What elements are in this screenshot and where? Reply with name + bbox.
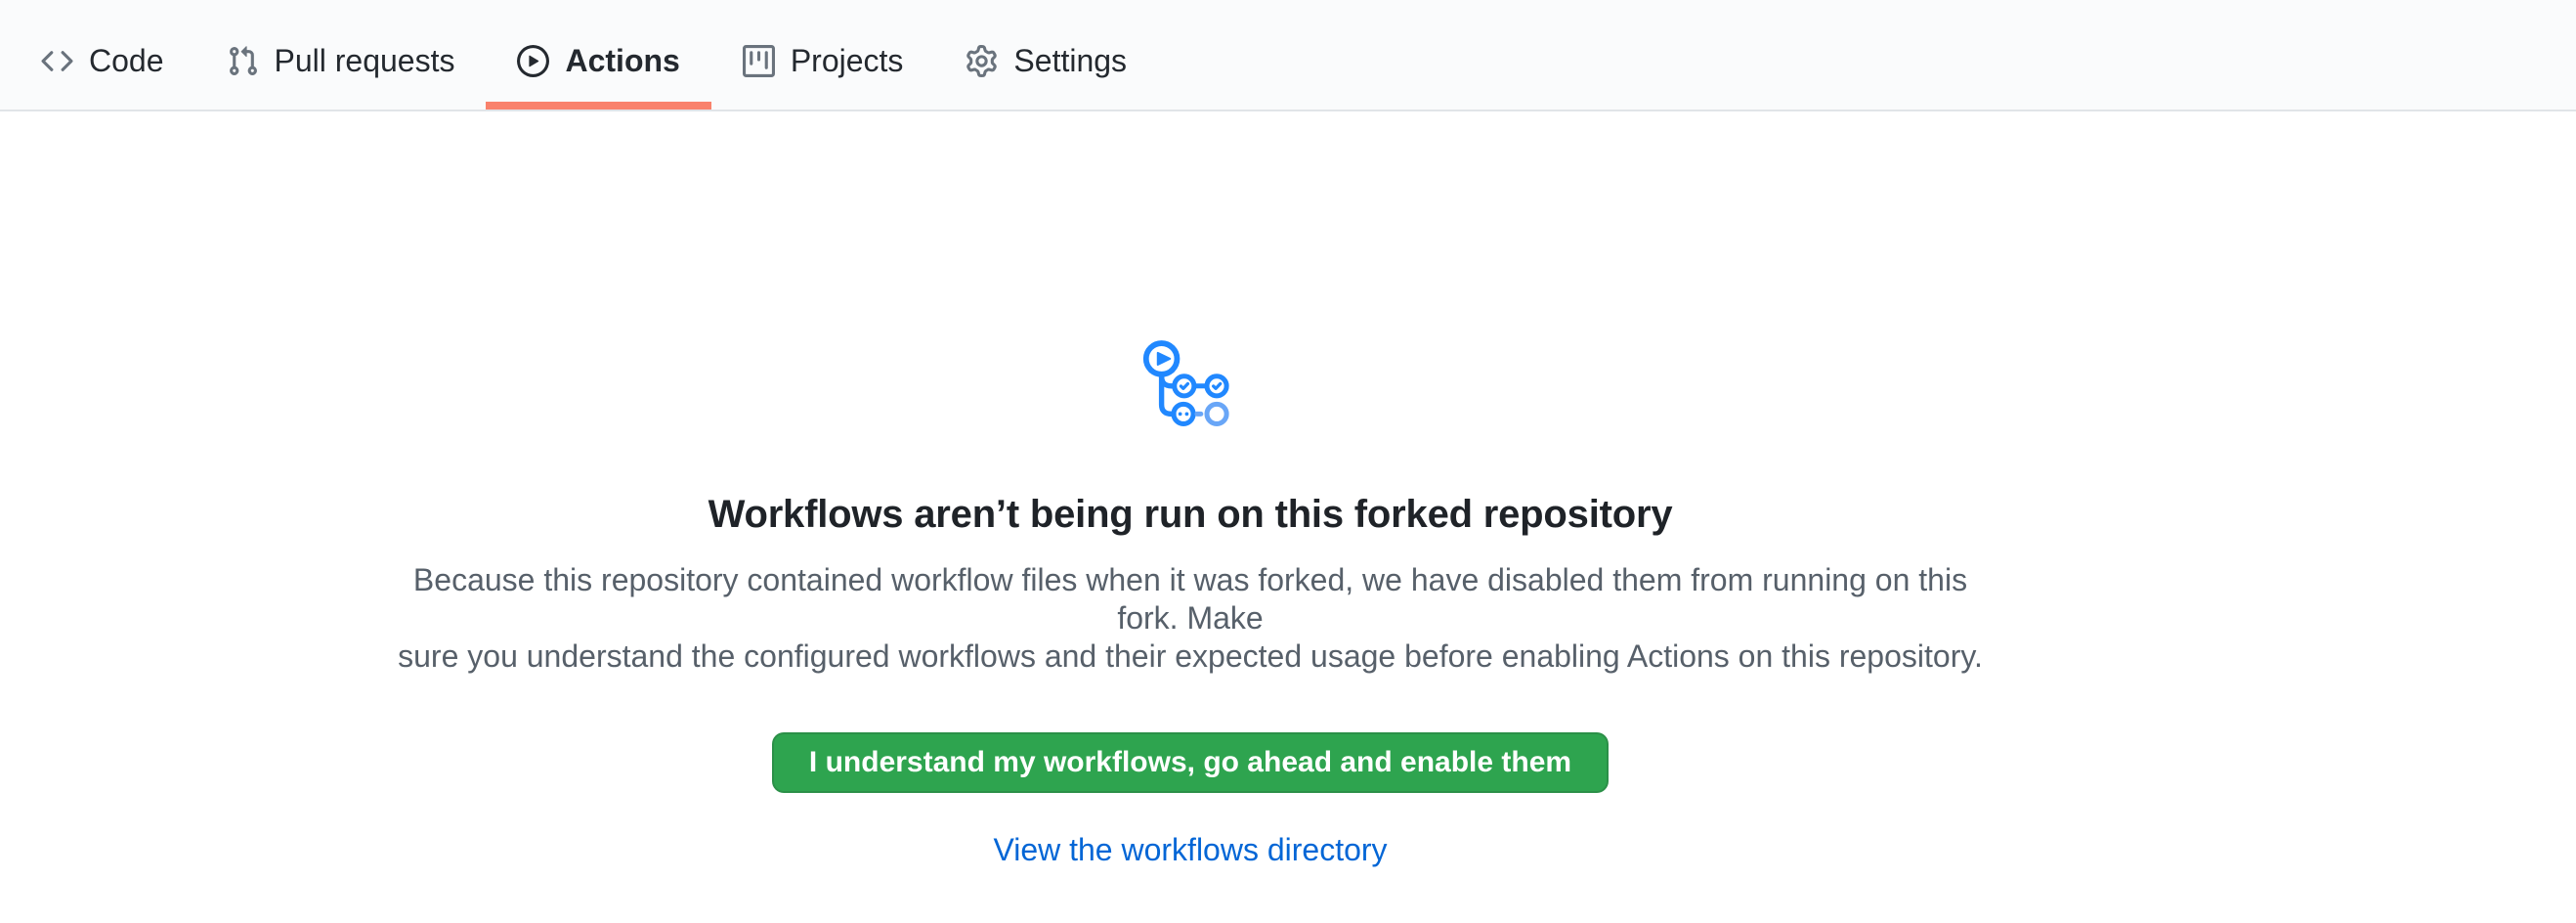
git-pull-request-icon	[227, 45, 259, 77]
project-icon	[743, 45, 775, 77]
description-line: Because this repository contained workfl…	[379, 561, 2001, 637]
enable-workflows-button[interactable]: I understand my workflows, go ahead and …	[772, 732, 1609, 793]
play-icon	[517, 45, 549, 77]
tab-settings[interactable]: Settings	[934, 12, 1158, 110]
tab-label: Actions	[565, 45, 679, 76]
tab-pull-requests[interactable]: Pull requests	[195, 12, 487, 110]
workflow-graph-icon	[1134, 329, 1247, 442]
tab-code[interactable]: Code	[10, 12, 195, 110]
repo-tab-nav: Code Pull requests Actions Projects Sett…	[0, 0, 2576, 111]
tab-label: Projects	[791, 45, 904, 76]
actions-blankslate: Workflows aren’t being run on this forke…	[0, 111, 2381, 868]
description-line: sure you understand the configured workf…	[379, 637, 2001, 676]
page-title: Workflows aren’t being run on this forke…	[0, 490, 2381, 539]
code-icon	[41, 45, 73, 77]
gear-icon	[966, 45, 998, 77]
blankslate-description: Because this repository contained workfl…	[379, 561, 2001, 676]
tab-actions[interactable]: Actions	[486, 12, 710, 110]
tab-label: Pull requests	[275, 45, 455, 76]
tab-label: Code	[89, 45, 164, 76]
tab-projects[interactable]: Projects	[711, 12, 935, 110]
view-workflows-directory-link[interactable]: View the workflows directory	[993, 832, 1387, 868]
tab-label: Settings	[1013, 45, 1127, 76]
